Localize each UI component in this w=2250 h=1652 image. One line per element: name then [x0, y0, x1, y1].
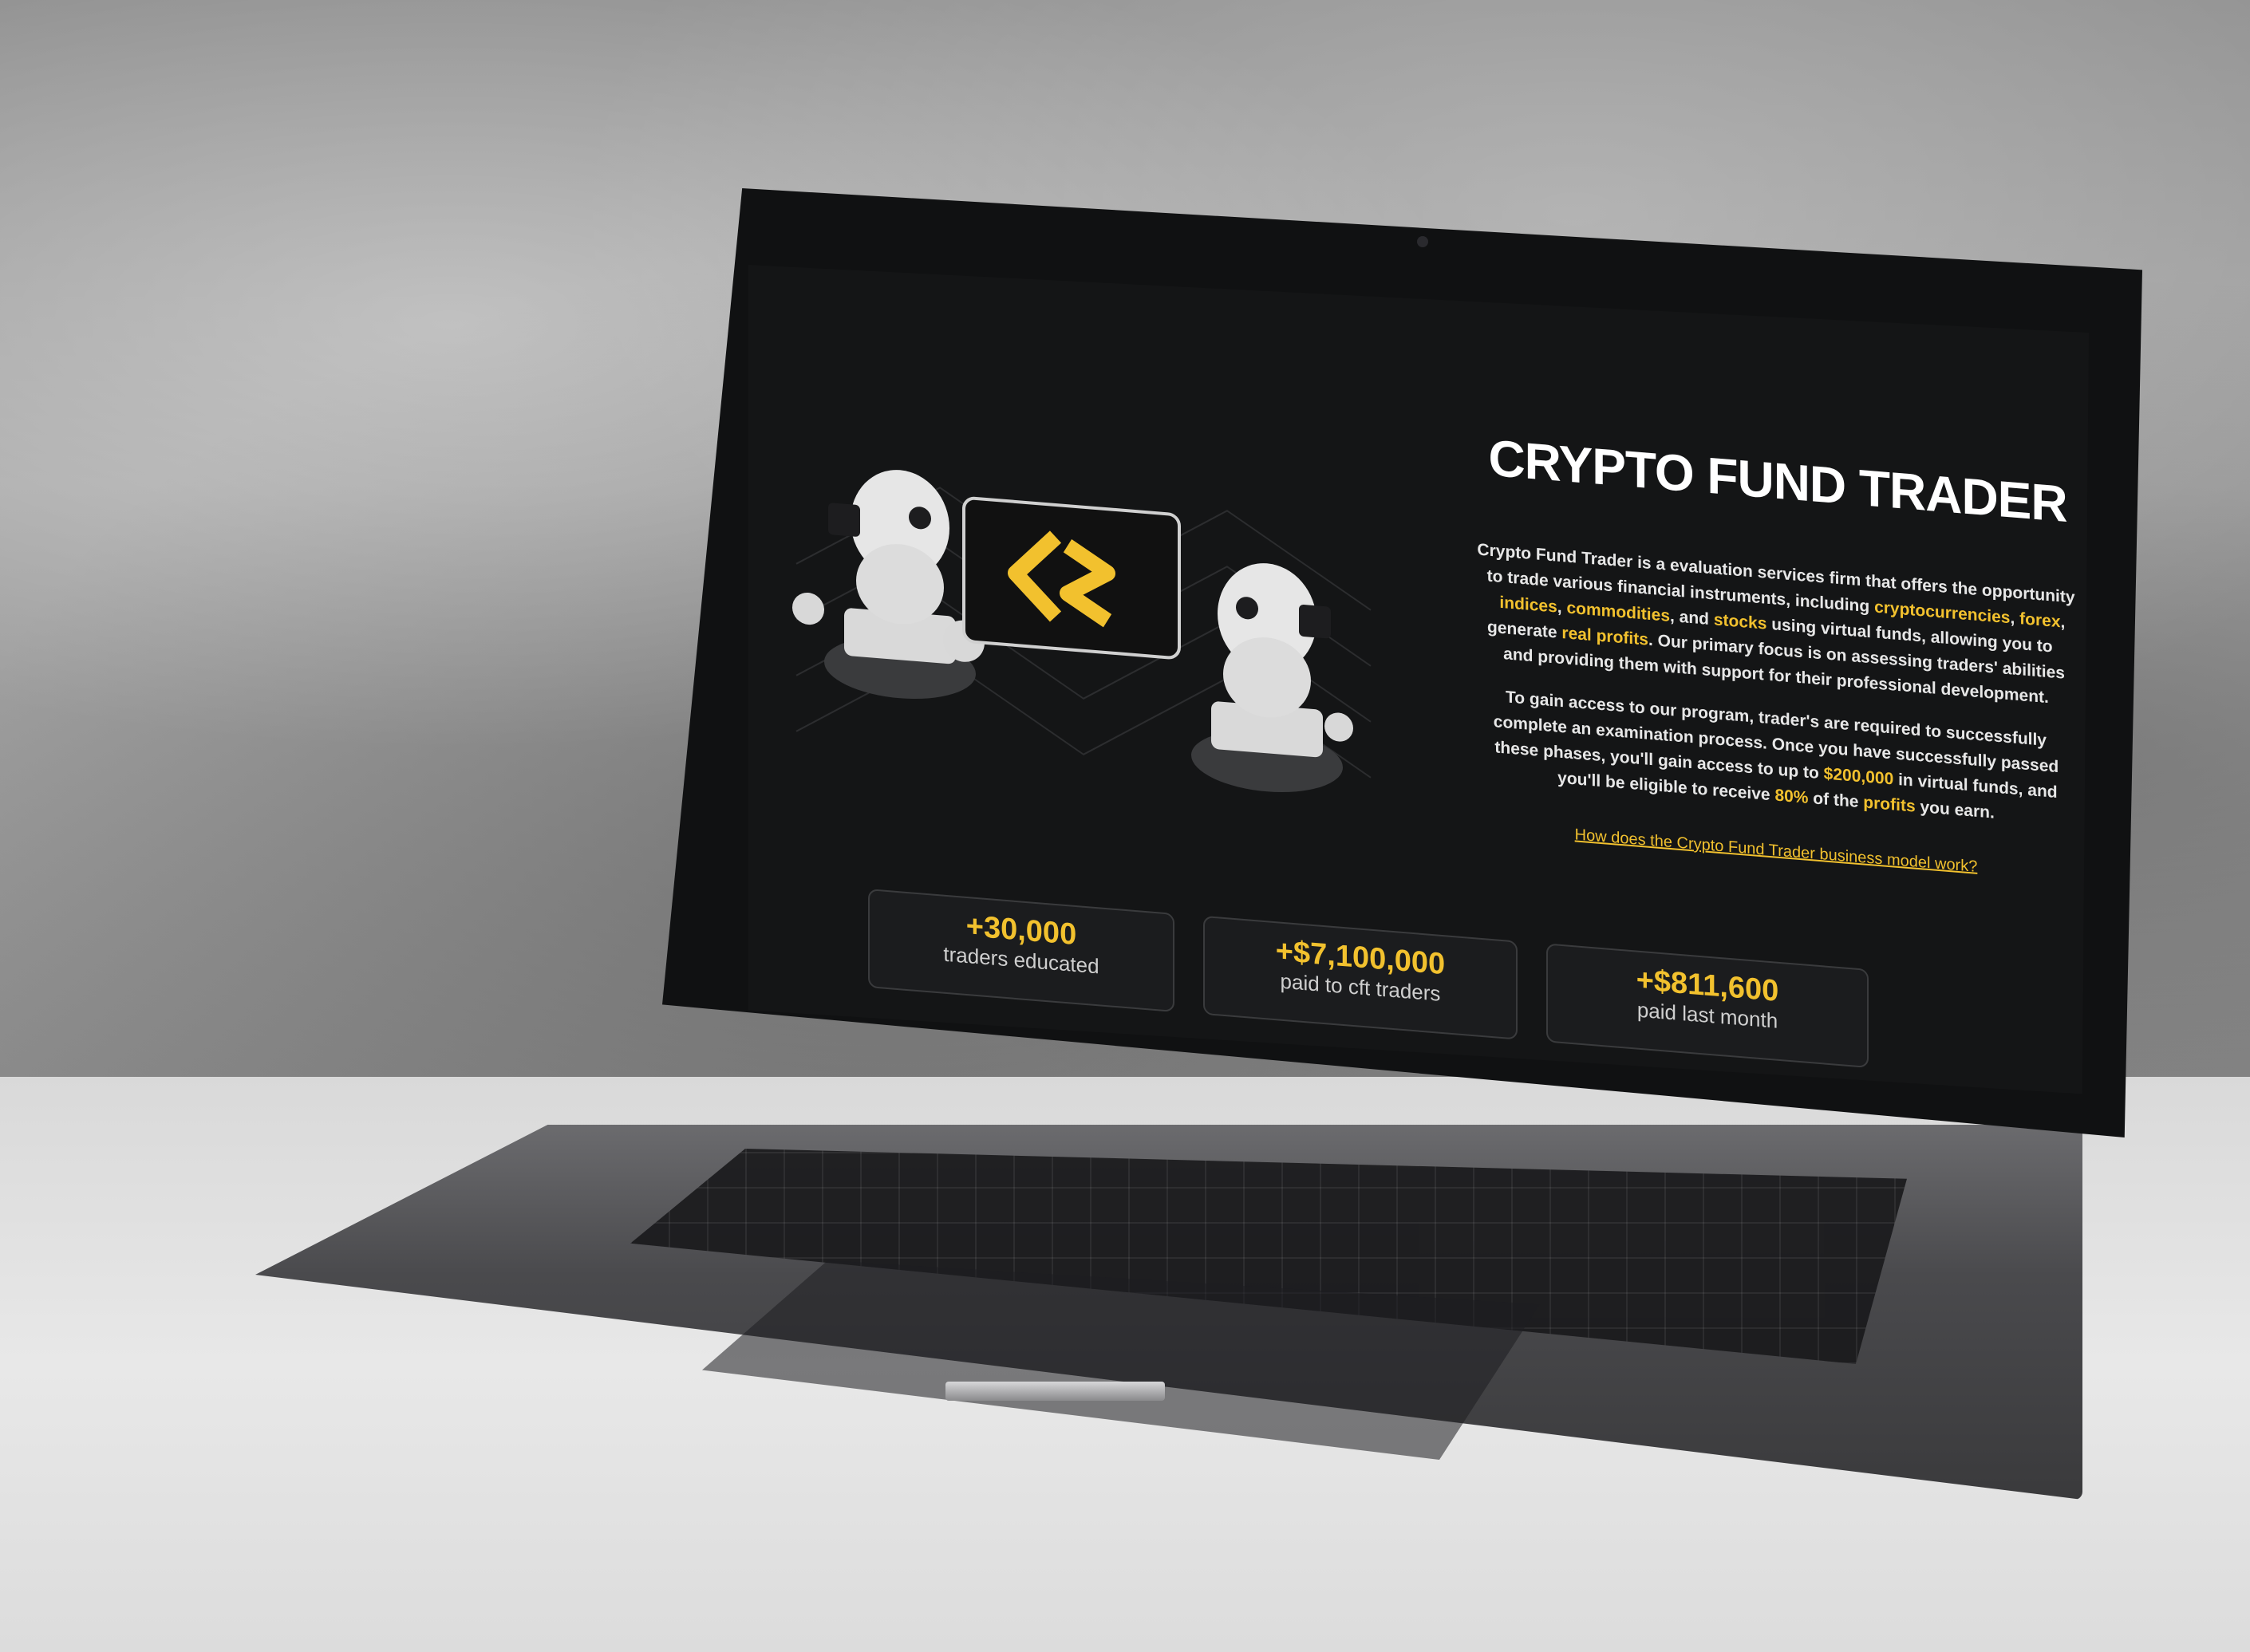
stat-card-paid-to-traders: +$7,100,000 paid to cft traders	[1203, 915, 1518, 1040]
description-segment: ,	[1557, 597, 1567, 617]
laptop-screen: CRYPTO FUND TRADER Crypto Fund Trader is…	[748, 265, 2089, 1094]
description-segment: ,	[2010, 609, 2020, 629]
highlighted-term: real profits	[1561, 624, 1648, 649]
highlighted-term: stocks	[1713, 610, 1767, 633]
highlighted-term: profits	[1863, 793, 1916, 816]
highlighted-term: commodities	[1566, 598, 1670, 625]
stat-card-traders-educated: +30,000 traders educated	[868, 889, 1174, 1012]
hero-illustration	[792, 470, 1372, 793]
page-title: CRYPTO FUND TRADER	[1488, 428, 2067, 533]
robot-icon	[1191, 563, 1353, 793]
crypto-fund-trader-logo-icon	[962, 496, 1181, 660]
webcam-icon	[1417, 236, 1428, 247]
highlighted-term: $200,000	[1823, 764, 1894, 789]
description-text: Crypto Fund Trader is a evaluation servi…	[1473, 537, 2079, 850]
laptop-front-lip	[945, 1382, 1165, 1401]
highlighted-term: cryptocurrencies	[1874, 597, 2011, 628]
stat-card-paid-last-month: +$811,600 paid last month	[1546, 943, 1869, 1068]
web-page: CRYPTO FUND TRADER Crypto Fund Trader is…	[748, 265, 2089, 1094]
highlighted-term: 80%	[1774, 786, 1809, 807]
description-segment: , and	[1670, 606, 1714, 629]
highlighted-term: forex	[2019, 609, 2061, 632]
description-segment: of the	[1808, 788, 1864, 812]
description-segment: you earn.	[1915, 797, 1995, 822]
highlighted-term: indices	[1499, 593, 1557, 617]
description-segment: ,	[2060, 613, 2066, 632]
description-paragraph-1: Crypto Fund Trader is a evaluation servi…	[1473, 537, 2079, 713]
